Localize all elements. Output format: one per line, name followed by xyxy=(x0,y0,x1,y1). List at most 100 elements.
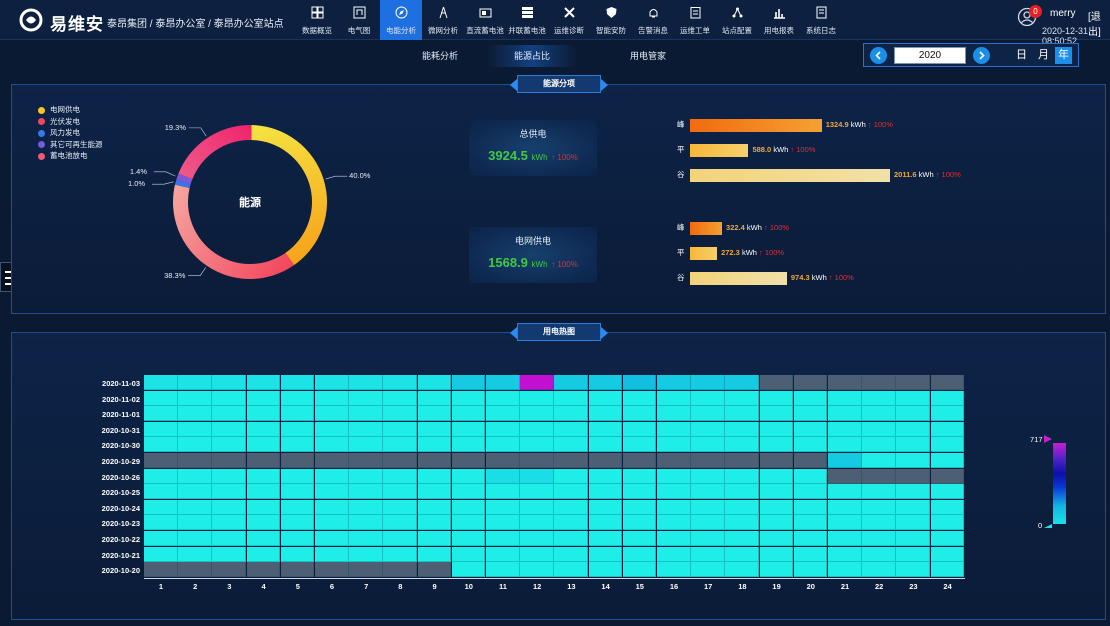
legend-item[interactable]: 其它可再生能源 xyxy=(38,139,103,150)
heatmap-cell[interactable] xyxy=(246,437,281,453)
heatmap-cell[interactable] xyxy=(246,468,281,484)
heatmap-cell[interactable] xyxy=(691,390,725,406)
heatmap-cell[interactable] xyxy=(657,453,691,469)
heatmap-cell[interactable] xyxy=(588,437,623,453)
heatmap-cell[interactable] xyxy=(930,546,965,562)
heatmap-cell[interactable] xyxy=(178,421,212,437)
heatmap-cell[interactable] xyxy=(622,484,657,500)
heatmap-cell[interactable] xyxy=(793,515,828,531)
heatmap-cell[interactable] xyxy=(588,546,623,562)
heatmap-cell[interactable] xyxy=(349,531,383,547)
heatmap-cell[interactable] xyxy=(349,499,383,515)
heatmap-cell[interactable] xyxy=(554,437,589,453)
heatmap-cell[interactable] xyxy=(622,421,657,437)
heatmap-cell[interactable] xyxy=(725,421,760,437)
heatmap-cell[interactable] xyxy=(520,546,554,562)
heatmap-cell[interactable] xyxy=(554,453,589,469)
heatmap-cell[interactable] xyxy=(759,484,794,500)
heatmap-cell[interactable] xyxy=(828,437,862,453)
heatmap-cell[interactable] xyxy=(520,375,554,391)
heatmap-cell[interactable] xyxy=(793,375,828,391)
heatmap-cell[interactable] xyxy=(554,531,589,547)
heatmap-cell[interactable] xyxy=(246,546,281,562)
heatmap-cell[interactable] xyxy=(451,499,486,515)
heatmap-cell[interactable] xyxy=(349,546,383,562)
heatmap-cell[interactable] xyxy=(246,421,281,437)
heatmap-cell[interactable] xyxy=(520,437,554,453)
heatmap-cell[interactable] xyxy=(349,421,383,437)
heatmap-cell[interactable] xyxy=(144,390,178,406)
heatmap-cell[interactable] xyxy=(622,468,657,484)
heatmap-cell[interactable] xyxy=(417,437,452,453)
heatmap-cell[interactable] xyxy=(246,484,281,500)
heatmap-cell[interactable] xyxy=(793,562,828,578)
heatmap-cell[interactable] xyxy=(862,468,896,484)
heatmap-cell[interactable] xyxy=(212,421,247,437)
heatmap-cell[interactable] xyxy=(144,406,178,422)
heatmap-cell[interactable] xyxy=(828,484,862,500)
heatmap-cell[interactable] xyxy=(896,468,931,484)
heatmap-cell[interactable] xyxy=(315,531,349,547)
heatmap-cell[interactable] xyxy=(588,515,623,531)
heatmap-cell[interactable] xyxy=(212,562,247,578)
heatmap-cell[interactable] xyxy=(793,406,828,422)
heatmap-cell[interactable] xyxy=(588,484,623,500)
tab-power-butler[interactable]: 用电管家 xyxy=(603,45,693,67)
heatmap-cell[interactable] xyxy=(280,546,315,562)
heatmap-cell[interactable] xyxy=(896,531,931,547)
heatmap-cell[interactable] xyxy=(349,437,383,453)
heatmap-color-scale[interactable] xyxy=(1053,443,1066,524)
heatmap-cell[interactable] xyxy=(417,406,452,422)
heatmap-cell[interactable] xyxy=(451,531,486,547)
heatmap-cell[interactable] xyxy=(246,515,281,531)
heatmap-cell[interactable] xyxy=(588,375,623,391)
heatmap-cell[interactable] xyxy=(896,437,931,453)
heatmap-cell[interactable] xyxy=(759,499,794,515)
heatmap-cell[interactable] xyxy=(793,499,828,515)
heatmap-cell[interactable] xyxy=(828,531,862,547)
heatmap-cell[interactable] xyxy=(520,562,554,578)
heatmap-cell[interactable] xyxy=(725,390,760,406)
heatmap-cell[interactable] xyxy=(862,437,896,453)
heatmap-cell[interactable] xyxy=(725,406,760,422)
heatmap-cell[interactable] xyxy=(246,390,281,406)
heatmap-cell[interactable] xyxy=(828,562,862,578)
heatmap-cell[interactable] xyxy=(862,375,896,391)
heatmap-cell[interactable] xyxy=(588,562,623,578)
heatmap-cell[interactable] xyxy=(383,406,418,422)
heatmap-cell[interactable] xyxy=(144,421,178,437)
heatmap-cell[interactable] xyxy=(930,421,965,437)
heatmap-cell[interactable] xyxy=(828,468,862,484)
bar-fill[interactable] xyxy=(690,119,822,132)
heatmap-cell[interactable] xyxy=(657,531,691,547)
heatmap-cell[interactable] xyxy=(828,406,862,422)
heatmap-cell[interactable] xyxy=(417,390,452,406)
heatmap-cell[interactable] xyxy=(417,515,452,531)
heatmap-cell[interactable] xyxy=(144,468,178,484)
heatmap-cell[interactable] xyxy=(930,499,965,515)
heatmap-cell[interactable] xyxy=(349,375,383,391)
heatmap-cell[interactable] xyxy=(896,390,931,406)
donut-slice[interactable] xyxy=(251,125,327,266)
heatmap-cell[interactable] xyxy=(828,453,862,469)
heatmap-cell[interactable] xyxy=(451,390,486,406)
heatmap-cell[interactable] xyxy=(930,390,965,406)
heatmap-cell[interactable] xyxy=(828,421,862,437)
heatmap-cell[interactable] xyxy=(349,390,383,406)
heatmap-cell[interactable] xyxy=(896,406,931,422)
heatmap-cell[interactable] xyxy=(246,375,281,391)
heatmap-cell[interactable] xyxy=(383,375,418,391)
heatmap-cell[interactable] xyxy=(212,390,247,406)
heatmap-cell[interactable] xyxy=(759,437,794,453)
heatmap-cell[interactable] xyxy=(417,562,452,578)
heatmap-cell[interactable] xyxy=(896,499,931,515)
heatmap-cell[interactable] xyxy=(212,437,247,453)
heatmap-cell[interactable] xyxy=(486,499,520,515)
bar-fill[interactable] xyxy=(690,272,787,285)
legend-item[interactable]: 光伏发电 xyxy=(38,116,80,127)
heatmap-cell[interactable] xyxy=(144,531,178,547)
heatmap-cell[interactable] xyxy=(315,562,349,578)
heatmap-cell[interactable] xyxy=(725,562,760,578)
heatmap-cell[interactable] xyxy=(178,515,212,531)
heatmap-cell[interactable] xyxy=(486,515,520,531)
